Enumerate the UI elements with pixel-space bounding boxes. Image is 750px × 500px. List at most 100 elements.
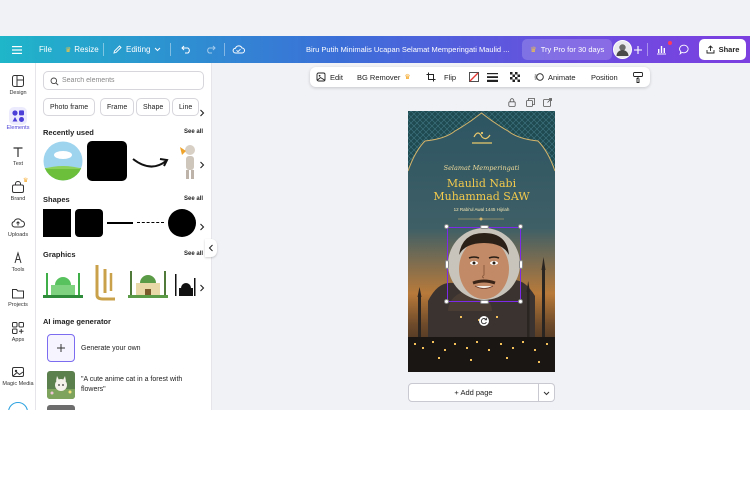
document-title[interactable]: Biru Putih Minimalis Ucapan Selamat Memp… [306, 36, 516, 63]
ai-example-thumbnail-2[interactable] [47, 405, 75, 410]
graphic-mosque-silhouette[interactable] [173, 268, 199, 298]
design-subtitle[interactable]: Selamat Memperingati [408, 164, 555, 172]
elements-icon [12, 110, 24, 122]
comment-icon[interactable] [679, 36, 690, 63]
resize-button[interactable]: ♛ Resize [65, 36, 99, 63]
add-page-button[interactable]: + Add page [408, 383, 539, 402]
rail-item-elements[interactable]: Elements [0, 107, 36, 131]
rotate-handle[interactable] [479, 316, 489, 326]
chevron-right-icon[interactable] [199, 156, 209, 169]
rail-item-text[interactable]: Text [0, 145, 36, 167]
design-title-line1[interactable]: Maulid Nabi [408, 177, 555, 190]
chevron-down-icon [154, 47, 161, 52]
collapse-panel-button[interactable] [205, 239, 217, 257]
resize-handle-top-right[interactable] [518, 224, 523, 229]
recent-black-rounded-square[interactable] [87, 141, 127, 181]
bg-remover-button[interactable]: BG Remover ♛ [357, 67, 411, 87]
crown-icon: ♛ [65, 46, 72, 54]
animate-button[interactable]: Animate [534, 67, 576, 87]
rail-item-uploads[interactable]: Uploads [0, 216, 36, 238]
graphic-mosque-illustration[interactable] [128, 265, 168, 299]
position-button[interactable]: Position [591, 67, 618, 87]
recent-curved-arrow[interactable] [131, 151, 171, 173]
divider [170, 43, 171, 56]
resize-handle-bottom-left[interactable] [444, 299, 449, 304]
resize-handle-top-left[interactable] [444, 224, 449, 229]
crop-icon[interactable] [426, 67, 436, 87]
shape-square[interactable] [43, 209, 71, 237]
rail-item-projects[interactable]: Projects [0, 286, 36, 308]
graphics-title: Graphics [43, 250, 76, 259]
search-input[interactable] [62, 74, 200, 87]
shape-circle[interactable] [168, 209, 196, 237]
design-page[interactable]: Selamat Memperingati Maulid Nabi Muhamma… [408, 111, 555, 372]
export-page-icon[interactable] [543, 98, 552, 107]
design-title-line2[interactable]: Muhammad SAW [408, 190, 555, 203]
ai-example-thumbnail[interactable] [47, 371, 75, 399]
shape-rounded-square[interactable] [75, 209, 103, 237]
recently-used-see-all[interactable]: See all [184, 129, 203, 135]
shape-line[interactable] [107, 222, 133, 224]
insights-icon[interactable] [656, 36, 672, 63]
flip-button[interactable]: Flip [444, 67, 456, 87]
resize-handle-bottom[interactable] [480, 300, 489, 304]
selection-frame [447, 227, 521, 302]
avatar[interactable] [613, 40, 632, 59]
chevron-right-icon[interactable] [199, 279, 209, 292]
shapes-see-all[interactable]: See all [184, 196, 203, 202]
chip-frame[interactable]: Frame [100, 98, 135, 116]
add-page-options-button[interactable] [539, 383, 555, 402]
file-menu-button[interactable]: File [39, 36, 52, 63]
crown-icon: ♛ [530, 45, 537, 54]
graphics-see-all[interactable]: See all [184, 251, 203, 257]
chip-shape[interactable]: Shape [136, 98, 171, 116]
chip-photo-frame[interactable]: Photo frame [43, 98, 96, 116]
undo-icon[interactable] [181, 36, 192, 63]
ai-example-prompt[interactable]: "A cute anime cat in a forest with flowe… [81, 375, 201, 395]
graphic-green-mosque[interactable] [43, 265, 83, 299]
rail-item-tools[interactable]: Tools [0, 251, 36, 273]
position-label: Position [591, 72, 618, 82]
page-tools [508, 98, 554, 108]
selected-photo[interactable] [444, 224, 523, 304]
shape-dashed-line[interactable] [137, 222, 164, 224]
chevron-right-icon[interactable] [199, 104, 209, 117]
rail-item-brand[interactable]: ♛ Brand [0, 178, 36, 202]
lock-icon[interactable] [508, 98, 516, 107]
transparency-icon[interactable] [510, 67, 520, 87]
edit-image-icon [316, 72, 326, 82]
add-collaborator-icon[interactable] [633, 36, 643, 63]
menu-icon[interactable] [12, 36, 22, 63]
chevron-right-icon[interactable] [199, 218, 209, 231]
resize-handle-bottom-right[interactable] [518, 299, 523, 304]
edit-button[interactable]: Edit [316, 67, 343, 87]
recent-landscape-circle[interactable] [43, 141, 83, 181]
resize-handle-top[interactable] [480, 225, 489, 229]
copy-style-icon[interactable] [633, 67, 643, 87]
share-button[interactable]: Share [699, 39, 746, 60]
rail-label: Projects [8, 302, 28, 308]
border-style-icon[interactable] [487, 67, 498, 87]
try-pro-label: Try Pro for 30 days [540, 45, 605, 54]
magic-media-icon [12, 367, 24, 377]
chip-line[interactable]: Line [172, 98, 200, 116]
rail-item-magic-media[interactable]: Magic Media [0, 365, 36, 387]
duplicate-page-icon[interactable] [526, 98, 535, 107]
generate-own-button[interactable] [47, 334, 75, 362]
design-date[interactable]: 12 Rabi'ul Awal 1445 Hijriah [408, 207, 555, 212]
graphic-gold-calligraphy[interactable] [91, 263, 119, 301]
rail-item-apps[interactable]: Apps [0, 321, 36, 343]
rail-item-design[interactable]: Design [0, 74, 36, 96]
top-bar: File ♛ Resize Editing Biru Putih Minimal… [0, 36, 750, 63]
border-color-icon[interactable] [469, 67, 479, 87]
try-pro-button[interactable]: ♛ Try Pro for 30 days [522, 39, 613, 60]
animate-icon [534, 73, 544, 81]
search-box [43, 71, 204, 90]
redo-icon[interactable] [205, 36, 216, 63]
resize-handle-left[interactable] [445, 260, 449, 269]
rail-more-circle[interactable] [8, 402, 28, 410]
generate-own-label[interactable]: Generate your own [81, 345, 141, 352]
cloud-saved-icon[interactable] [232, 36, 245, 63]
editing-mode-button[interactable]: Editing [113, 36, 161, 63]
resize-handle-right[interactable] [519, 260, 523, 269]
